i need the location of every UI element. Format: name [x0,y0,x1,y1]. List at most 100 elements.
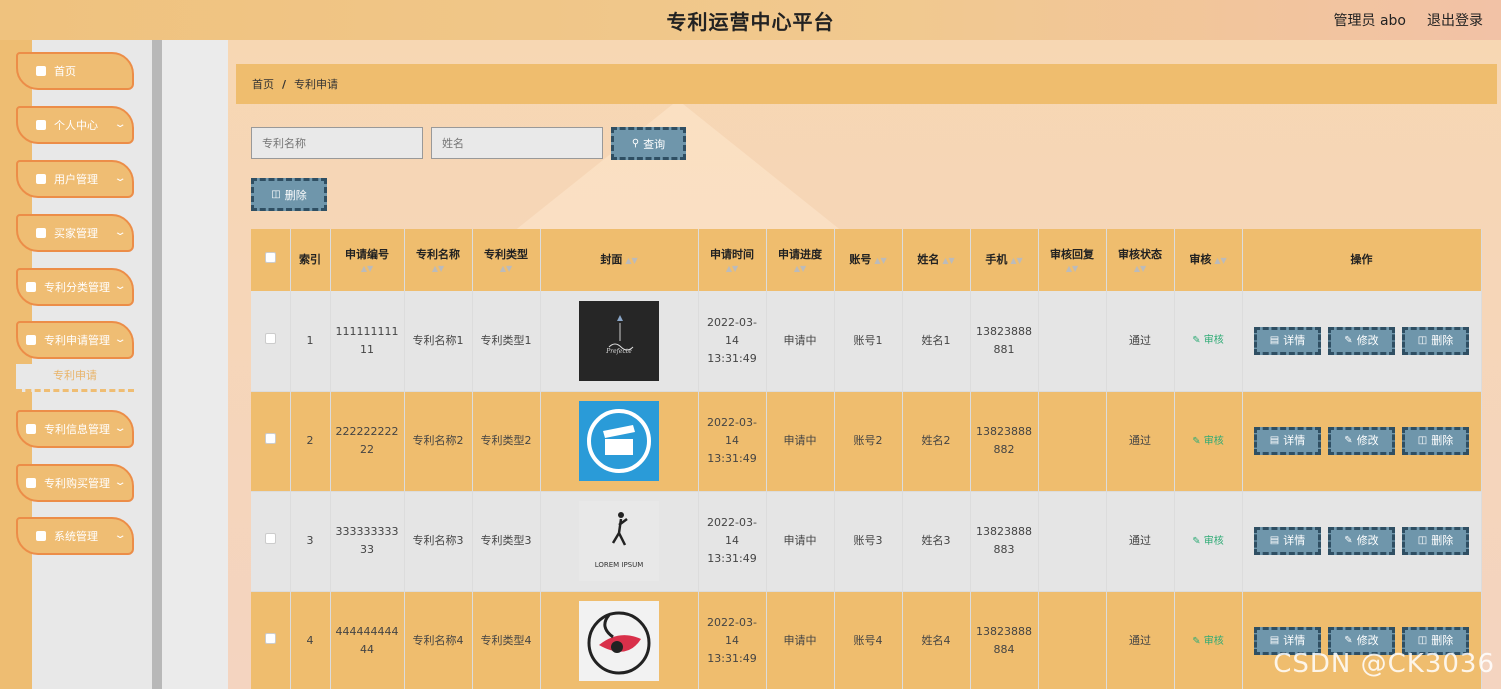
header-progress[interactable]: 申请进度 ▲▼ [766,229,835,291]
sidebar-item-buyers[interactable]: 买家管理 ⌄ [16,214,134,252]
sidebar-item-users[interactable]: 用户管理 ⌄ [16,160,134,198]
cover-image-dancer-logo[interactable]: LOREM IPSUM [579,501,659,581]
header-label: 申请编号 [345,248,389,261]
breadcrumb-home[interactable]: 首页 [252,76,274,92]
person-name-input[interactable] [431,127,603,159]
delete-button[interactable]: ◫ 删除 [1402,326,1469,355]
audit-link[interactable]: ✎ 审核 [1192,436,1224,447]
table-row: 2 22222222222 专利名称2 专利类型2 2022-03-14 13:… [251,391,1482,492]
header-cover[interactable]: 封面 ▲▼ [540,229,699,291]
header-number[interactable]: 申请编号 ▲▼ [330,229,405,291]
sidebar-item-label: 系统管理 [54,530,98,543]
search-icon: ⚲ [631,138,640,149]
chevron-down-icon: ⌄ [113,227,127,238]
select-all-checkbox[interactable] [264,252,276,263]
header-phone[interactable]: 手机 ▲▼ [970,229,1039,291]
cell-audit: ✎ 审核 [1174,391,1243,492]
document-icon: ▤ [1269,334,1280,346]
edit-button[interactable]: ✎ 修改 [1328,326,1395,355]
sort-icon[interactable]: ▲▼ [767,264,834,274]
edit-label: 修改 [1356,333,1379,347]
query-button[interactable]: ⚲ 查询 [611,127,686,160]
sort-icon[interactable]: ▲▼ [405,264,472,274]
sort-icon[interactable]: ▲▼ [942,256,954,265]
delete-label: 删除 [1431,434,1454,447]
header-name[interactable]: 专利名称 ▲▼ [404,229,473,291]
cell-actions: ▤ 详情 ✎ 修改 ◫ 删除 [1242,491,1482,592]
cell-name: 专利名称3 [404,491,473,592]
trash-icon: ◫ [1417,334,1428,346]
audit-link[interactable]: ✎ 审核 [1192,335,1224,346]
edit-button[interactable]: ✎ 修改 [1328,427,1395,455]
cover-image-clapper-icon[interactable] [579,401,659,481]
header-index: 索引 [290,229,331,291]
cell-account: 账号3 [834,491,903,592]
sliders-icon [26,424,36,434]
breadcrumb-separator: / [282,77,287,91]
sidebar-item-category[interactable]: 专利分类管理 ⌄ [16,268,134,306]
sidebar-item-purchase[interactable]: 专利购买管理 ⌄ [16,464,134,502]
delete-button[interactable]: ◫ 删除 [1402,427,1469,455]
row-checkbox[interactable] [264,533,276,544]
delete-button[interactable]: ◫ 删除 [1402,527,1469,555]
header-person[interactable]: 姓名 ▲▼ [902,229,971,291]
row-checkbox[interactable] [264,633,276,644]
audit-link[interactable]: ✎ 审核 [1192,536,1224,547]
cell-number: 22222222222 [330,391,405,492]
audit-link[interactable]: ✎ 审核 [1192,636,1224,647]
sidebar-gap [162,40,228,689]
header-status[interactable]: 审核状态 ▲▼ [1106,229,1175,291]
batch-delete-button[interactable]: ◫ 删除 [251,178,327,211]
detail-button[interactable]: ▤ 详情 [1254,326,1321,355]
cell-index: 3 [290,491,331,592]
edit-button[interactable]: ✎ 修改 [1328,527,1395,555]
grid-icon [36,174,46,184]
detail-button[interactable]: ▤ 详情 [1254,527,1321,555]
sidebar-item-application[interactable]: 专利申请管理 ⌄ [16,321,134,359]
watermark: CSDN @CK3036 [1273,649,1495,679]
cell-type: 专利类型2 [472,391,541,492]
sidebar-item-home[interactable]: 首页 [16,52,134,90]
sort-icon[interactable]: ▲▼ [625,256,637,265]
cell-phone: 13823888882 [970,391,1039,492]
cover-image-ballet-logo[interactable]: Prefecte [579,300,659,381]
sort-icon[interactable]: ▲▼ [1107,264,1174,274]
sort-icon[interactable]: ▲▼ [473,264,540,274]
logout-link[interactable]: 退出登录 [1427,10,1483,30]
sort-icon[interactable]: ▲▼ [1214,256,1226,265]
sort-icon[interactable]: ▲▼ [874,256,886,265]
detail-label: 详情 [1283,434,1306,447]
sidebar-item-label: 专利申请管理 [44,334,110,347]
patent-name-input[interactable] [251,127,423,159]
sort-icon[interactable]: ▲▼ [699,264,766,274]
detail-button[interactable]: ▤ 详情 [1254,427,1321,455]
cell-progress: 申请中 [766,591,835,689]
header-type[interactable]: 专利类型 ▲▼ [472,229,541,291]
sidebar-item-info[interactable]: 专利信息管理 ⌄ [16,410,134,448]
header-time[interactable]: 申请时间 ▲▼ [698,229,767,291]
header-account[interactable]: 账号 ▲▼ [834,229,903,291]
header-reply[interactable]: 审核回复 ▲▼ [1038,229,1107,291]
sidebar-item-system[interactable]: 系统管理 ⌄ [16,517,134,555]
cell-number: 44444444444 [330,591,405,689]
sort-icon[interactable]: ▲▼ [331,264,404,274]
sidebar-scrollbar[interactable] [152,40,162,689]
sidebar-subitem-application[interactable]: 专利申请 [16,364,134,392]
cell-reply [1038,291,1107,392]
table-header-row: 索引 申请编号 ▲▼ 专利名称 ▲▼ 专利类型 ▲▼ 封面 ▲▼ 申请时间 ▲▼ 申请进度… [251,229,1482,291]
cell-progress: 申请中 [766,491,835,592]
detail-label: 详情 [1283,534,1306,547]
sidebar-item-profile[interactable]: 个人中心 ⌄ [16,106,134,144]
cell-phone: 13823888883 [970,491,1039,592]
audit-label: 审核 [1203,535,1224,547]
sort-icon[interactable]: ▲▼ [1010,256,1022,265]
main-content: 首页 / 专利申请 ⚲查询 ◫删除 索引 申请编号▲▼ 专利名称▲▼ 专利类型▲… [228,40,1501,689]
cell-index: 2 [290,391,331,492]
grid-icon [36,531,46,541]
cover-image-eye-logo[interactable] [579,601,659,681]
header-audit[interactable]: 审核 ▲▼ [1174,229,1243,291]
delete-label: 删除 [1431,634,1454,647]
row-checkbox[interactable] [264,433,276,444]
sort-icon[interactable]: ▲▼ [1039,264,1106,274]
row-checkbox[interactable] [264,332,276,344]
